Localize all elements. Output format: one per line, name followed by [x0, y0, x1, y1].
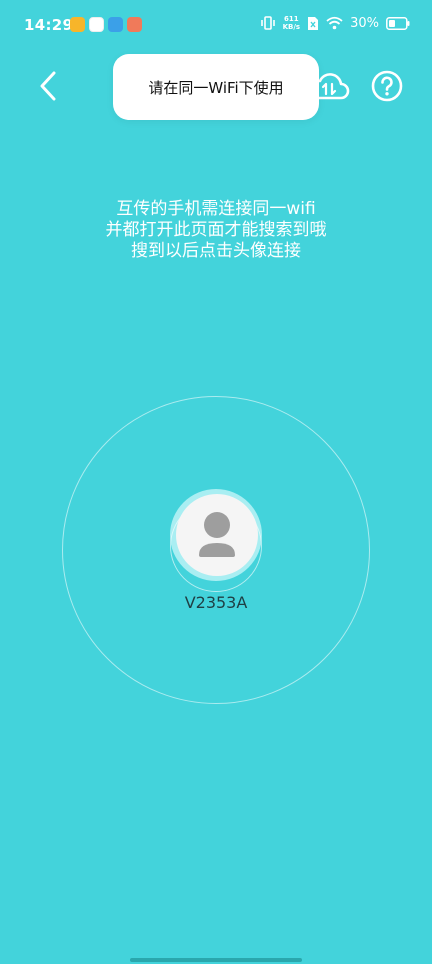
status-app-icons [70, 17, 142, 32]
network-speed: 611 KB/s [283, 15, 300, 31]
network-speed-value: 611 [284, 15, 299, 23]
map-app-icon [108, 17, 123, 32]
weibo-app-icon [70, 17, 85, 32]
avatar-person-icon [199, 512, 235, 557]
vibrate-icon [260, 16, 275, 30]
hint-line-3: 搜到以后点击头像连接 [131, 241, 301, 261]
hint-line-1: 互传的手机需连接同一wifi [116, 199, 316, 219]
wifi-toast: 请在同一WiFi下使用 [113, 54, 319, 120]
wifi-icon [326, 16, 343, 30]
device-name: V2353A [184, 593, 248, 612]
back-icon [40, 71, 56, 101]
battery-icon [386, 16, 410, 30]
game-app-icon [127, 17, 142, 32]
sync-app-icon [89, 17, 104, 32]
back-button[interactable] [30, 68, 66, 104]
help-button[interactable] [368, 67, 406, 105]
hint-line-2: 并都打开此页面才能搜索到哦 [105, 220, 327, 240]
home-indicator[interactable] [130, 958, 302, 962]
status-right-group: 611 KB/s 30% [260, 15, 410, 31]
device-avatar-button[interactable] [176, 494, 258, 576]
network-speed-unit: KB/s [282, 23, 301, 31]
help-icon [371, 70, 403, 102]
battery-percent: 30% [350, 15, 379, 31]
status-bar: 14:29 611 KB/s 30% [0, 0, 432, 52]
no-sim-icon [308, 16, 319, 30]
status-time: 14:29 [24, 16, 74, 34]
wifi-toast-text: 请在同一WiFi下使用 [148, 78, 284, 97]
connection-hint: 互传的手机需连接同一wifi 并都打开此页面才能搜索到哦 搜到以后点击头像连接 [0, 199, 432, 262]
